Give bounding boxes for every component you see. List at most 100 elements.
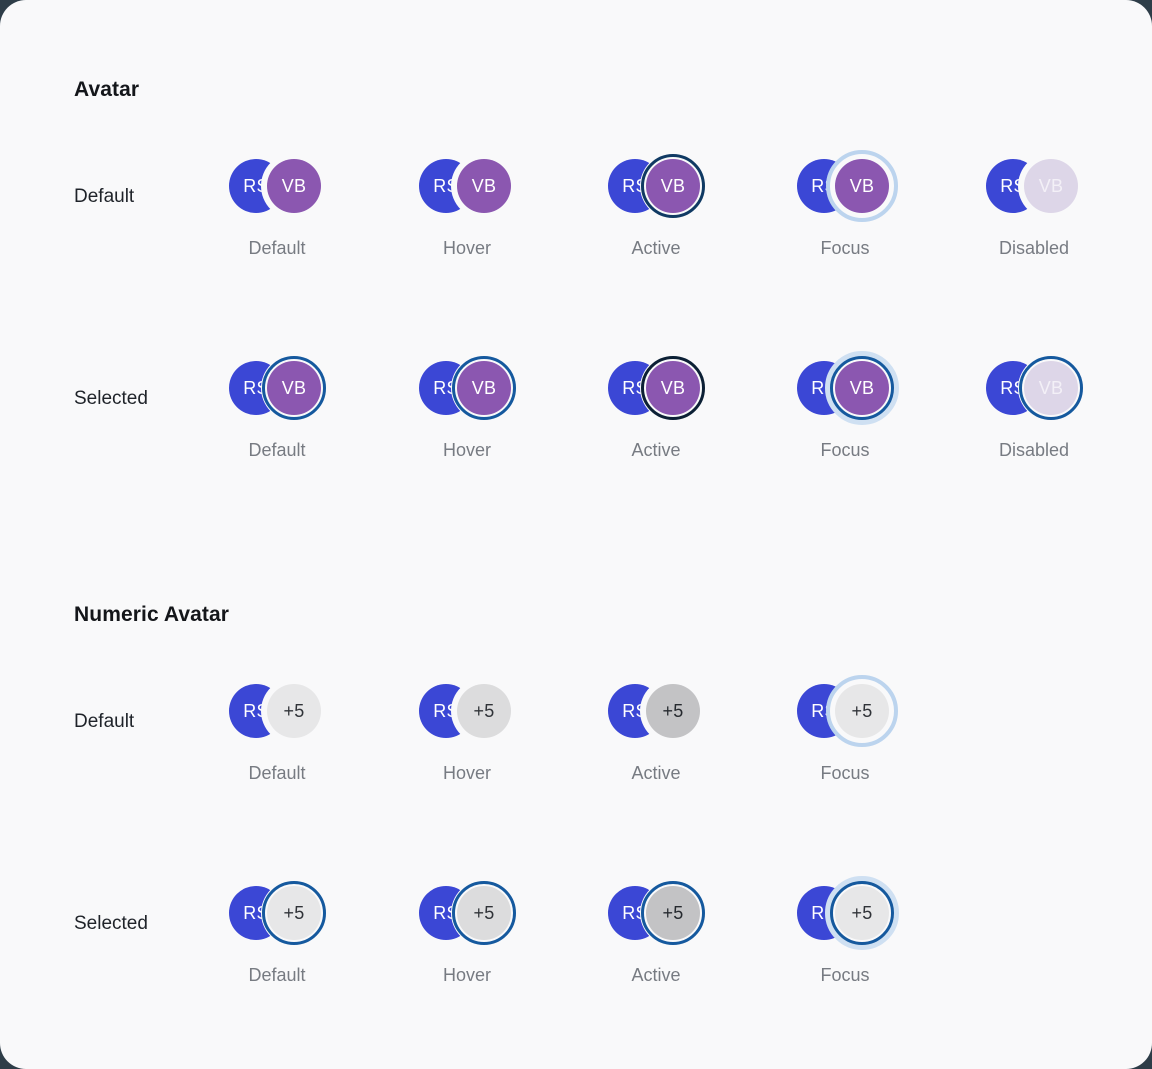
cell-caption: Default [248,238,306,258]
avatar-group[interactable]: RS +5 [793,875,899,951]
avatar-stage: RS +5 [182,867,372,959]
avatar-stage: RS +5 [182,665,372,757]
avatar-overflow-count[interactable]: +5 [267,684,321,738]
avatar-stage: RS VB [750,140,940,232]
cell-caption: Disabled [998,238,1070,258]
avatar-group[interactable]: RS VB [225,350,329,426]
avatar-second[interactable]: VB [457,361,511,415]
avatar-second-wrap[interactable]: +5 [640,678,706,744]
cell-caption: Default [248,440,306,460]
avatar-second[interactable]: VB [835,361,889,415]
avatar-overflow-count[interactable]: +5 [267,886,321,940]
avatar-second: VB [1024,159,1078,213]
avatar-second[interactable]: VB [835,159,889,213]
cell-avatar-selected-hover: RS VB Hover [372,342,562,461]
avatar-second[interactable]: VB [267,159,321,213]
cell-caption: Hover [442,440,491,460]
avatar-second-wrap[interactable]: VB [261,355,327,421]
avatar-stage: RS VB [372,140,562,232]
avatar-second[interactable]: VB [646,159,700,213]
cell-caption: Default [248,965,306,985]
avatar-second: VB [1024,361,1078,415]
avatar-group[interactable]: RS VB [415,350,519,426]
cell-caption: Hover [442,238,491,258]
avatar-group[interactable]: RS +5 [225,673,329,749]
cell-avatar-default-active: RS VB Active [561,140,751,259]
cell-avatar-default-default: RS VB Default [182,140,372,259]
avatar-group[interactable]: RS +5 [604,875,708,951]
cell-caption: Active [631,763,681,783]
avatar-group: RS VB [982,148,1086,224]
avatar-overflow-count[interactable]: +5 [646,684,700,738]
avatar-second-wrap: VB [1018,153,1084,219]
avatar-stage: RS VB [939,342,1129,434]
avatar-second-wrap[interactable]: VB [451,153,517,219]
avatar-overflow-count[interactable]: +5 [457,684,511,738]
cell-caption: Active [631,440,681,460]
cell-avatar-selected-disabled: RS VB Disabled [939,342,1129,461]
cell-caption: Focus [820,440,870,460]
cell-numeric-default-active: RS +5 Active [561,665,751,784]
avatar-stage: RS +5 [561,867,751,959]
cell-avatar-selected-default: RS VB Default [182,342,372,461]
avatar-second-wrap[interactable]: +5 [826,675,898,747]
row-label-default: Default [74,711,135,732]
avatar-group[interactable]: RS +5 [415,673,519,749]
avatar-second-wrap[interactable]: VB [451,355,517,421]
avatar-second-wrap[interactable]: +5 [451,678,517,744]
avatar-stage: RS VB [939,140,1129,232]
avatar-stage: RS +5 [372,867,562,959]
avatar-second-wrap[interactable]: VB [640,153,706,219]
row-label-default: Default [74,186,135,207]
avatar-group[interactable]: RS VB [604,350,708,426]
cell-caption: Focus [820,965,870,985]
avatar-second[interactable]: VB [457,159,511,213]
avatar-second-wrap[interactable]: +5 [825,876,899,950]
cell-avatar-selected-focus: RS VB Focus [750,342,940,461]
cell-caption: Active [631,965,681,985]
avatar-second-wrap[interactable]: VB [261,153,327,219]
avatar-group[interactable]: RS VB [793,148,898,224]
avatar-stage: RS VB [372,342,562,434]
avatar-second-wrap[interactable]: +5 [261,880,327,946]
avatar-group[interactable]: RS VB [415,148,519,224]
cell-caption: Hover [442,965,491,985]
avatar-second-wrap[interactable]: VB [640,355,706,421]
row-numeric-selected: Selected RS +5 Default RS +5 Hover RS +5… [0,867,1152,997]
avatar-overflow-count[interactable]: +5 [457,886,511,940]
avatar-second-wrap[interactable]: +5 [640,880,706,946]
row-label-selected: Selected [74,388,148,409]
avatar-group[interactable]: RS +5 [225,875,329,951]
cell-avatar-default-focus: RS VB Focus [750,140,940,259]
avatar-second-wrap[interactable]: VB [825,351,899,425]
cell-numeric-selected-focus: RS +5 Focus [750,867,940,986]
avatar-stage: RS +5 [372,665,562,757]
cell-avatar-default-disabled: RS VB Disabled [939,140,1129,259]
cell-numeric-default-hover: RS +5 Hover [372,665,562,784]
row-avatar-default: Default RS VB Default RS VB Hover RS VB … [0,140,1152,270]
avatar-second[interactable]: VB [267,361,321,415]
avatar-overflow-count[interactable]: +5 [835,886,889,940]
cell-avatar-selected-active: RS VB Active [561,342,751,461]
cell-caption: Focus [820,763,870,783]
avatar-group[interactable]: RS VB [793,350,899,426]
avatar-second-wrap[interactable]: +5 [261,678,327,744]
row-label-selected: Selected [74,913,148,934]
cell-caption: Focus [820,238,870,258]
cell-avatar-default-hover: RS VB Hover [372,140,562,259]
avatar-overflow-count[interactable]: +5 [835,684,889,738]
avatar-second-wrap[interactable]: +5 [451,880,517,946]
avatar-group[interactable]: RS VB [225,148,329,224]
avatar-overflow-count[interactable]: +5 [646,886,700,940]
avatar-group[interactable]: RS +5 [415,875,519,951]
avatar-second[interactable]: VB [646,361,700,415]
avatar-group: RS VB [982,350,1086,426]
row-numeric-default: Default RS +5 Default RS +5 Hover RS +5 … [0,665,1152,795]
avatar-group[interactable]: RS +5 [604,673,708,749]
avatar-group[interactable]: RS VB [604,148,708,224]
avatar-stage: RS +5 [750,665,940,757]
cell-caption: Default [248,763,306,783]
avatar-group[interactable]: RS +5 [793,673,898,749]
cell-numeric-selected-active: RS +5 Active [561,867,751,986]
avatar-second-wrap[interactable]: VB [826,150,898,222]
